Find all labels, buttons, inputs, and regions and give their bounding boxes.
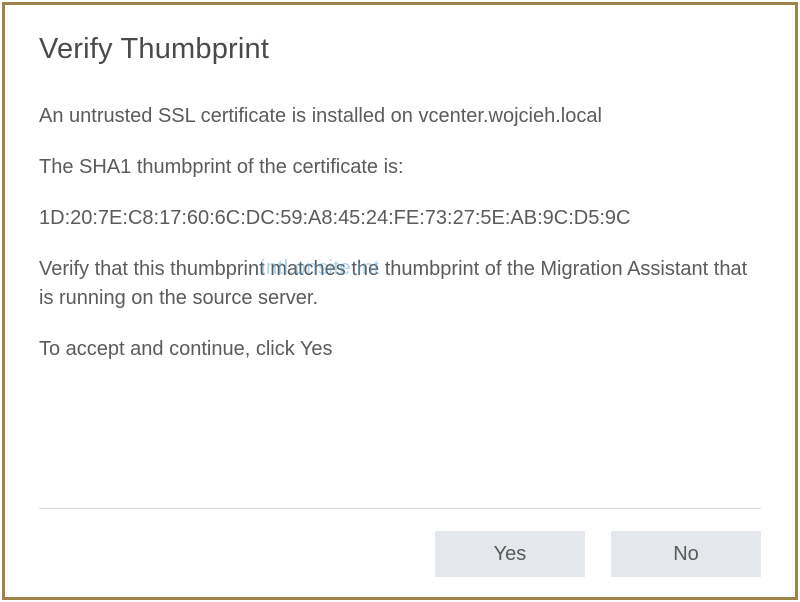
- verify-instruction: intl.onsite.int Verify that this thumbpr…: [39, 255, 761, 313]
- sha1-thumbprint-value: 1D:20:7E:C8:17:60:6C:DC:59:A8:45:24:FE:7…: [39, 204, 761, 233]
- accept-instruction: To accept and continue, click Yes: [39, 335, 761, 364]
- dialog-body: An untrusted SSL certificate is installe…: [39, 102, 761, 508]
- dialog-title: Verify Thumbprint: [39, 33, 761, 66]
- verify-thumbprint-dialog: Verify Thumbprint An untrusted SSL certi…: [2, 2, 798, 600]
- dialog-footer: Yes No: [39, 508, 761, 577]
- verify-instruction-text: Verify that this thumbprint matches the …: [39, 258, 747, 309]
- no-button[interactable]: No: [611, 531, 761, 577]
- sha1-intro-label: The SHA1 thumbprint of the certificate i…: [39, 153, 761, 182]
- yes-button[interactable]: Yes: [435, 531, 585, 577]
- untrusted-cert-message: An untrusted SSL certificate is installe…: [39, 102, 761, 131]
